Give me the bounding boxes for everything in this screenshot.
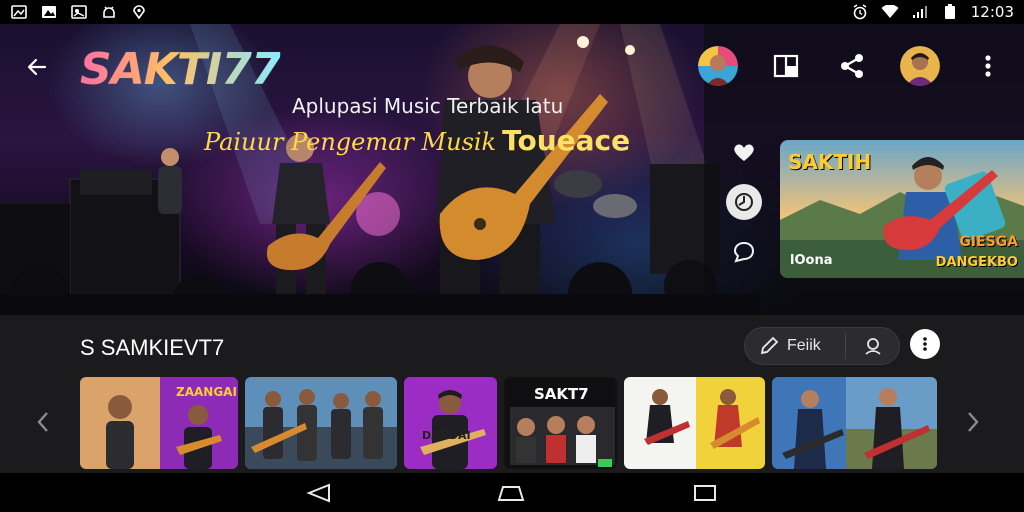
hero-subtitle: Paiuur Pengemar Musik Toueace bbox=[204, 124, 630, 157]
like-button[interactable] bbox=[726, 134, 762, 170]
video-thumbnail-3[interactable]: DANDAI bbox=[404, 377, 497, 469]
featured-subtitle-1: GIESGA bbox=[959, 234, 1018, 250]
user-icon bbox=[864, 338, 881, 355]
share-icon bbox=[841, 54, 863, 78]
thumbnail-image bbox=[404, 377, 497, 469]
video-thumbnail-1[interactable]: ZAANGAI bbox=[80, 377, 238, 469]
location-icon bbox=[130, 4, 148, 20]
system-navigation-bar bbox=[0, 473, 1024, 512]
nav-back-button[interactable] bbox=[304, 482, 334, 504]
recents-square-icon bbox=[694, 485, 716, 501]
share-button[interactable] bbox=[834, 48, 870, 84]
alarm-icon bbox=[851, 4, 869, 20]
more-vertical-icon bbox=[985, 55, 991, 77]
featured-title: SAKTIH bbox=[788, 150, 872, 174]
timer-button[interactable] bbox=[726, 184, 762, 220]
arrow-left-icon bbox=[27, 58, 47, 76]
photo-icon bbox=[70, 4, 88, 20]
nav-home-button[interactable] bbox=[496, 482, 526, 504]
status-clock: 12:03 bbox=[970, 3, 1014, 21]
hero-subtitle-highlight: Toueace bbox=[502, 124, 631, 157]
comment-button[interactable] bbox=[726, 234, 762, 270]
thumbnail-1-title: ZAANGAI bbox=[176, 385, 237, 399]
more-vertical-icon bbox=[923, 337, 927, 351]
gallery-icon bbox=[10, 4, 28, 20]
clock-icon bbox=[735, 193, 753, 211]
top-actions bbox=[698, 46, 1006, 86]
thumbnail-4-title: SAKT7 bbox=[534, 385, 589, 403]
thumbnail-image bbox=[245, 377, 397, 469]
status-bar: 12:03 bbox=[0, 0, 1024, 24]
featured-video-card[interactable]: SAKTIH lOona GIESGA DANGEKBO bbox=[780, 140, 1024, 278]
home-icon bbox=[497, 486, 525, 501]
thumbnail-3-title: DANDAI bbox=[422, 429, 471, 442]
signal-icon bbox=[911, 4, 929, 20]
pencil-icon bbox=[760, 336, 779, 355]
video-thumbnail-2[interactable] bbox=[245, 377, 397, 469]
hero-tagline: Aplupasi Music Terbaik latu bbox=[292, 94, 564, 118]
android-icon bbox=[100, 4, 118, 20]
split-view-button[interactable] bbox=[768, 48, 804, 84]
chat-bubble-icon bbox=[733, 241, 755, 263]
more-options-button[interactable] bbox=[970, 48, 1006, 84]
battery-icon bbox=[941, 4, 959, 20]
chevron-right-icon bbox=[968, 412, 979, 432]
edit-button[interactable]: Feiik bbox=[745, 328, 845, 364]
hero-subtitle-text: Paiuur Pengemar Musik bbox=[204, 128, 497, 156]
nav-recents-button[interactable] bbox=[690, 482, 720, 504]
side-action-icons bbox=[726, 134, 762, 270]
wifi-icon bbox=[881, 4, 899, 20]
brand-logo-text: SAKTI77 bbox=[80, 44, 281, 95]
heart-icon bbox=[734, 144, 754, 161]
featured-corner-text: lOona bbox=[790, 253, 833, 268]
carousel-prev-button[interactable] bbox=[30, 407, 56, 437]
video-thumbnail-6[interactable] bbox=[772, 377, 937, 469]
video-thumbnail-4[interactable]: SAKT7 bbox=[504, 377, 617, 469]
triangle-back-icon bbox=[306, 483, 330, 503]
edit-button-label: Feiik bbox=[787, 337, 821, 354]
thumbnail-image bbox=[624, 377, 765, 469]
content-section: S SAMKIEVT7 Feiik ZAANGAI DANDAI SAKT7 bbox=[0, 315, 1024, 473]
thumbnail-image bbox=[772, 377, 937, 469]
section-title: S SAMKIEVT7 bbox=[80, 335, 225, 360]
profile-avatar[interactable] bbox=[900, 46, 940, 86]
video-thumbnail-5[interactable] bbox=[624, 377, 765, 469]
info-more-button[interactable] bbox=[910, 329, 940, 359]
video-carousel: ZAANGAI DANDAI SAKT7 bbox=[0, 377, 1024, 469]
status-right-icons: 12:03 bbox=[851, 3, 1014, 21]
split-view-icon bbox=[773, 54, 799, 78]
image-icon bbox=[40, 4, 58, 20]
hero-banner[interactable]: SAKTI77 Aplupasi Music Terbaik latu Paiu… bbox=[0, 24, 1024, 315]
back-button[interactable] bbox=[22, 52, 52, 82]
user-button[interactable] bbox=[846, 328, 899, 364]
chevron-left-icon bbox=[37, 412, 48, 432]
carousel-next-button[interactable] bbox=[960, 407, 986, 437]
action-pill: Feiik bbox=[744, 327, 900, 365]
channel-avatar[interactable] bbox=[698, 46, 738, 86]
featured-subtitle-2: DANGEKBO bbox=[935, 255, 1018, 270]
status-left-icons bbox=[10, 4, 148, 20]
